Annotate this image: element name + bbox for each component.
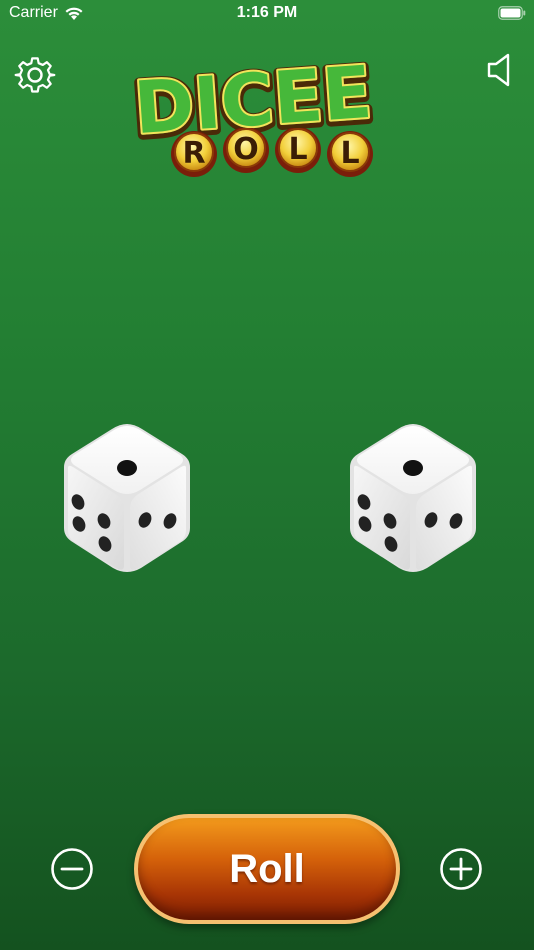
game-screen: Carrier 1:16 PM DICEE DICEE R O L L Roll	[0, 0, 534, 950]
roll-button[interactable]: Roll	[134, 814, 400, 924]
game-logo: DICEE DICEE R O L L	[128, 48, 408, 180]
battery-icon	[498, 6, 526, 20]
speaker-icon[interactable]	[486, 52, 518, 88]
die-pip	[403, 460, 423, 476]
logo-title-text: DICEE	[131, 50, 374, 140]
die-pip	[117, 460, 137, 476]
status-time: 1:16 PM	[236, 4, 298, 21]
die-right[interactable]	[338, 420, 488, 580]
die-left[interactable]	[52, 420, 202, 580]
logo-coin-4: L	[327, 131, 373, 177]
logo-letter-l1: L	[288, 132, 307, 167]
roll-button-label: Roll	[229, 846, 305, 891]
logo-letter-l2: L	[340, 136, 359, 171]
logo-coin-1: R	[171, 131, 217, 177]
logo-letter-o: O	[233, 132, 259, 167]
logo-coin-3: L	[275, 128, 321, 173]
status-bar: Carrier 1:16 PM	[0, 0, 534, 28]
plus-circle-icon[interactable]	[439, 847, 483, 891]
logo-subtitle: R O L L	[171, 128, 373, 177]
logo-coin-2: O	[223, 128, 269, 173]
minus-circle-icon[interactable]	[50, 847, 94, 891]
logo-letter-r: R	[182, 136, 205, 171]
gear-icon[interactable]	[14, 54, 56, 96]
logo-title: DICEE DICEE	[128, 48, 380, 140]
